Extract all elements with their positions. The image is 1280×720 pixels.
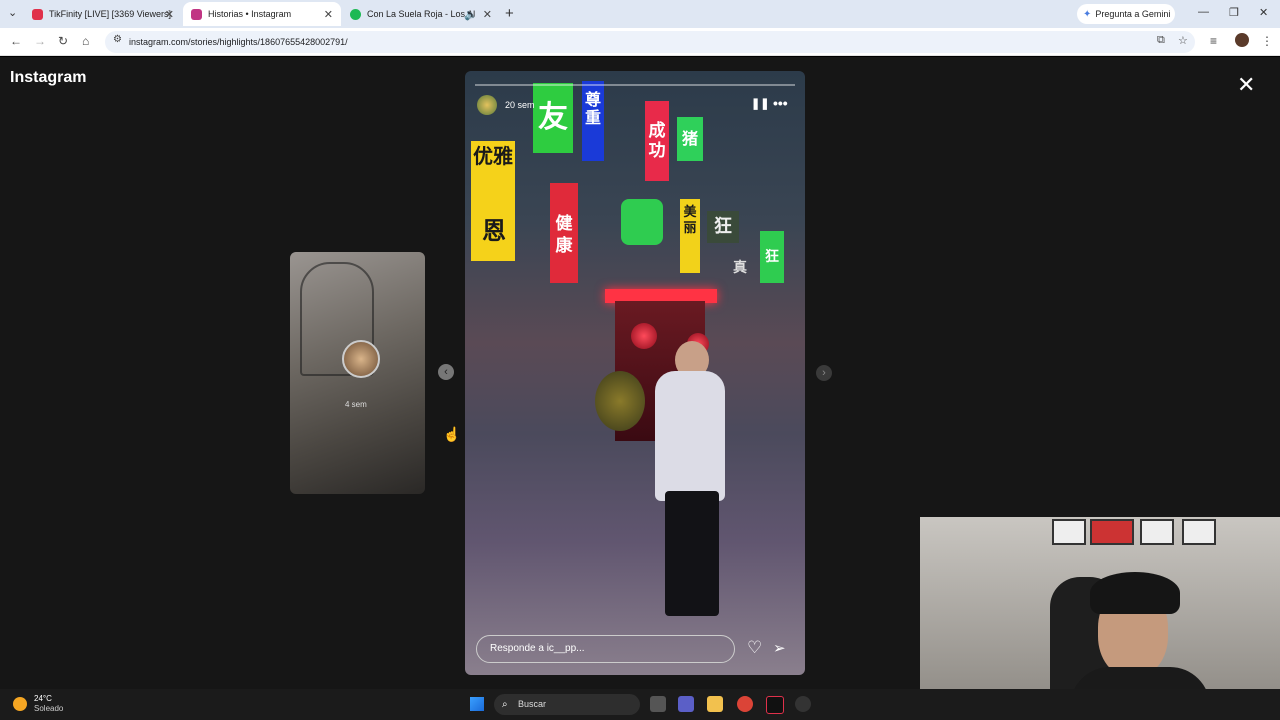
person-legs [665,491,719,616]
person-shirt [655,371,725,501]
next-story-arrow-icon[interactable]: › [816,365,832,381]
weather-condition: Soleado [34,704,64,713]
browser-toolbar: ← → ↻ ⌂ ⚙ instagram.com/stories/highligh… [0,28,1280,56]
neon-sign: 尊重 [582,81,604,161]
tab-search-icon[interactable]: ⌄ [8,6,17,19]
chrome-icon[interactable] [737,696,753,712]
neon-sign: 狂 [707,211,739,243]
browser-menu-icon[interactable]: ⋮ [1261,34,1273,48]
wall-frame [1090,519,1134,545]
send-icon[interactable]: ➢ [773,639,786,657]
tab-label: TikFinity [LIVE] [3369 Viewers] [49,9,172,19]
red-lantern [631,323,657,349]
previous-story-preview[interactable]: 4 sem [290,252,425,494]
close-tab-icon[interactable]: ✕ [483,8,492,21]
mute-tab-icon[interactable]: 🔈 [464,8,478,21]
heart-icon[interactable]: ♡ [747,638,762,658]
instagram-favicon-icon [191,8,202,20]
previous-story-arrow-icon[interactable]: ‹ [438,364,454,380]
neon-sign: 美丽 [680,199,700,273]
wall-frame [1140,519,1174,545]
avatar [342,340,380,378]
close-tab-icon[interactable]: ✕ [165,8,174,21]
weather-temperature: 24°C [34,694,52,703]
potted-plant [595,371,645,431]
tiktok-icon[interactable] [766,696,784,714]
neon-sign: 猪 [677,117,703,161]
neon-sign: 健康 [550,183,578,283]
site-info-icon[interactable]: ⚙ [113,34,122,45]
tikfinity-favicon-icon [32,8,43,20]
story-progress-bar [475,84,795,86]
neon-sign: 真 [733,260,747,276]
restore-icon[interactable]: ❐ [1229,6,1239,19]
more-options-icon[interactable]: ••• [773,95,788,111]
tab-instagram[interactable]: Historias • Instagram ✕ [183,2,341,26]
new-tab-button[interactable]: + [505,5,514,22]
install-app-icon[interactable]: ⧉ [1157,34,1165,47]
wall-frame [1052,519,1086,545]
windows-taskbar: 24°C Soleado ⌕ Buscar [0,689,1280,720]
browser-tab-strip: ⌄ TikFinity [LIVE] [3369 Viewers] ✕ Hist… [0,0,1280,28]
neon-sign: 友 [533,83,573,153]
start-icon[interactable] [470,697,484,711]
tab-spotify[interactable]: Con La Suela Roja - Los Ale... 🔈 ✕ [342,2,500,26]
neon-sign: 成功 [645,101,669,181]
neon-sign: 恩 [482,217,506,245]
instagram-logo[interactable]: Instagram [10,69,86,87]
close-tab-icon[interactable]: ✕ [324,8,333,21]
gemini-icon: ✦ [1083,8,1092,20]
home-icon[interactable]: ⌂ [82,34,89,48]
address-bar[interactable]: ⚙ instagram.com/stories/highlights/18607… [105,31,1195,53]
spotify-favicon-icon [350,8,361,20]
reply-input[interactable]: Responde a ic__pp... [476,635,735,663]
tab-label: Historias • Instagram [208,9,292,19]
pause-icon[interactable]: ❚❚ [751,97,769,110]
reload-icon[interactable]: ↻ [58,34,68,48]
gemini-button[interactable]: ✦ Pregunta a Gemini [1077,4,1175,24]
file-explorer-icon[interactable] [707,696,723,712]
back-icon[interactable]: ← [10,34,22,48]
profile-avatar[interactable] [1235,33,1249,47]
tab-label: Con La Suela Roja - Los Ale... [367,9,475,19]
weather-sun-icon[interactable] [13,697,27,711]
wall-frame [1182,519,1216,545]
search-label: Buscar [518,699,547,709]
avatar[interactable] [477,95,497,115]
close-icon[interactable]: ✕ [1237,72,1255,98]
tab-list-icon[interactable]: ≡ [1210,34,1217,48]
close-window-icon[interactable]: ✕ [1259,6,1268,19]
neon-sign [621,199,663,245]
obs-icon[interactable] [795,696,811,712]
neon-sign: 狂 [760,231,784,283]
gemini-label: Pregunta a Gemini [1095,9,1171,19]
tab-tikfinity[interactable]: TikFinity [LIVE] [3369 Viewers] ✕ [24,2,182,26]
teams-icon[interactable] [678,696,694,712]
url-text: instagram.com/stories/highlights/1860765… [129,37,348,47]
mouse-cursor-icon: ☝ [443,426,461,442]
streamer-cap [1090,572,1180,614]
minimize-icon[interactable]: — [1198,6,1209,18]
taskbar-search[interactable]: ⌕ Buscar [494,694,640,715]
story-viewer[interactable]: 友 尊重 成功 猪 优雅 恩 健康 美丽 狂 真 狂 20 sem ❚❚ •••… [465,71,805,675]
forward-icon[interactable]: → [34,34,46,48]
search-icon: ⌕ [502,699,508,710]
bookmark-star-icon[interactable]: ☆ [1178,34,1188,47]
task-view-icon[interactable] [650,696,666,712]
previous-story-time: 4 sem [345,400,367,409]
story-time: 20 sem [505,100,535,110]
